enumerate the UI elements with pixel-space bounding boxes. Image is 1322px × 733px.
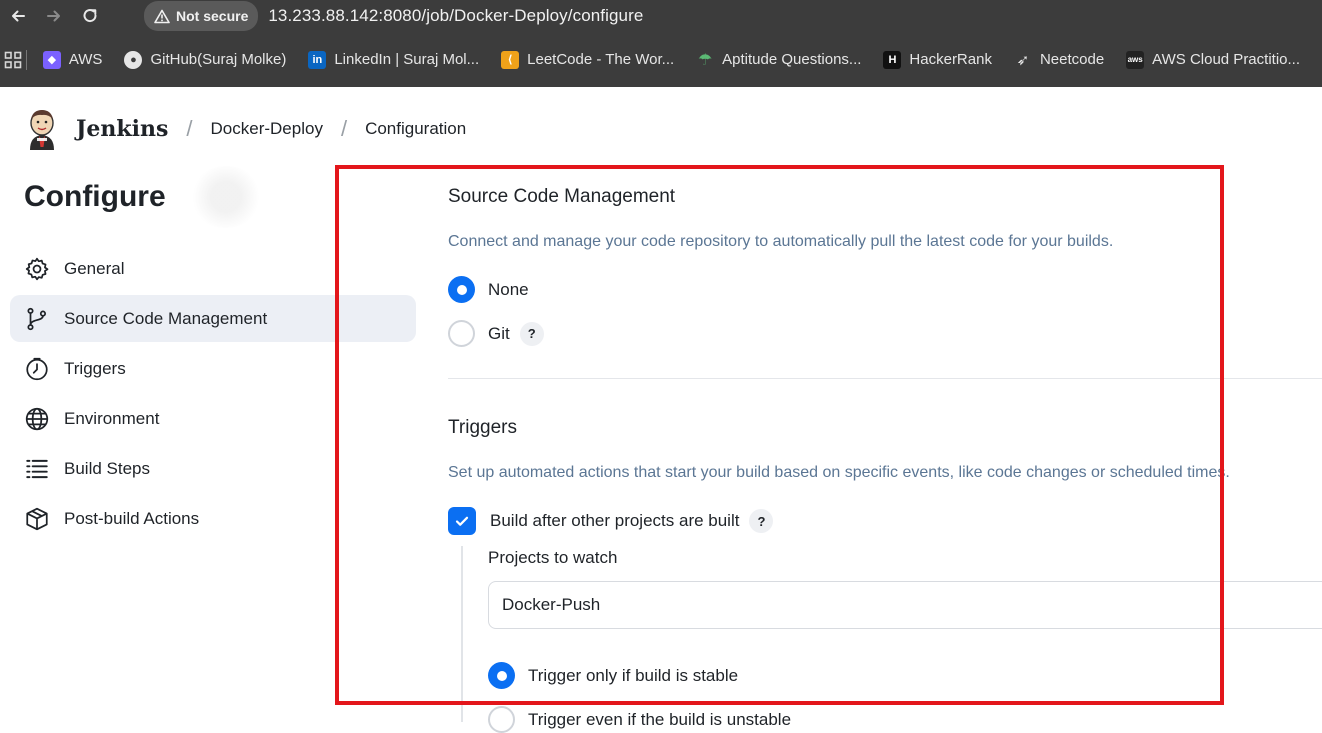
radio-label: Trigger even if the build is unstable (528, 709, 792, 729)
bookmark-item[interactable]: ➶ Neetcode (1014, 51, 1105, 69)
aws-cube-icon: ◆ (42, 50, 61, 69)
github-icon: ● (124, 50, 143, 69)
bookmark-label: LeetCode - The Wor... (527, 51, 675, 68)
bookmark-item[interactable]: ☂ Aptitude Questions... (696, 51, 861, 69)
gear-icon (24, 256, 50, 282)
linkedin-icon: in (308, 50, 327, 69)
section-divider (448, 378, 1322, 379)
browser-toolbar: Not secure 13.233.88.142:8080/job/Docker… (0, 0, 1322, 32)
bookmark-label: GitHub(Suraj Molke) (150, 51, 287, 68)
checkbox-label: Build after other projects are built (490, 511, 740, 530)
breadcrumb-separator: / (186, 116, 193, 141)
checkmark-icon (455, 516, 469, 526)
scm-section-description: Connect and manage your code repository … (448, 233, 1114, 250)
radio-trigger-stable[interactable] (488, 662, 515, 689)
forward-arrow-icon[interactable] (36, 0, 72, 32)
radio-trigger-unstable[interactable] (488, 706, 515, 733)
aptitude-icon: ☂ (698, 51, 713, 69)
url-text[interactable]: 13.233.88.142:8080/job/Docker-Deploy/con… (268, 6, 643, 26)
globe-icon (24, 406, 50, 432)
breadcrumb-current[interactable]: Configuration (365, 119, 466, 139)
package-icon (24, 506, 50, 532)
sidebar-item-label: General (64, 258, 125, 278)
bookmark-item[interactable]: H HackerRank (883, 50, 992, 69)
bookmark-item[interactable]: ◆ AWS (42, 50, 103, 69)
app-name[interactable]: Jenkins (76, 116, 168, 142)
page-title: Configure (24, 180, 166, 213)
sidebar-item-build-steps[interactable]: Build Steps (10, 445, 416, 492)
sidebar-item-environment[interactable]: Environment (10, 395, 416, 442)
bookmark-item[interactable]: ● GitHub(Suraj Molke) (124, 50, 287, 69)
bookmark-label: Neetcode (1039, 51, 1105, 68)
breadcrumb-separator: / (340, 116, 348, 141)
sidebar-item-post-build-actions[interactable]: Post-build Actions (10, 495, 416, 542)
warning-triangle-icon (154, 9, 170, 23)
bookmark-item[interactable]: ⟨ LeetCode - The Wor... (501, 50, 675, 69)
leetcode-icon: ⟨ (501, 50, 520, 69)
aws-icon: aws (1126, 50, 1145, 69)
bookmark-label: Aptitude Questions... (722, 51, 862, 68)
scm-option-none[interactable]: None (448, 276, 529, 303)
build-after-checkbox[interactable] (448, 507, 476, 535)
radio-none[interactable] (448, 276, 475, 303)
scm-section-title: Source Code Management (448, 186, 676, 207)
projects-to-watch-label: Projects to watch (488, 548, 618, 567)
sidebar-item-label: Post-build Actions (64, 508, 200, 528)
help-icon[interactable]: ? (519, 321, 544, 346)
bookmark-label: LinkedIn | Suraj Mol... (334, 51, 480, 68)
sidebar-item-label: Build Steps (64, 458, 150, 478)
build-after-other-projects-option[interactable]: Build after other projects are built ? (448, 507, 774, 535)
sidebar-item-label: Triggers (64, 358, 126, 378)
sidebar-item-source-code-management[interactable]: Source Code Management (10, 295, 416, 342)
radio-label: None (488, 279, 529, 299)
reload-icon[interactable] (72, 0, 108, 32)
triggers-section-description: Set up automated actions that start your… (448, 464, 1230, 481)
git-branch-icon (24, 306, 50, 332)
sidebar-item-label: Environment (64, 408, 160, 428)
radio-label: Trigger only if build is stable (528, 665, 739, 685)
back-arrow-icon[interactable] (0, 0, 36, 32)
jenkins-logo-icon[interactable] (24, 107, 60, 151)
not-secure-badge[interactable]: Not secure (144, 1, 259, 31)
sidebar-item-label: Source Code Management (64, 308, 268, 328)
sidebar-item-triggers[interactable]: Triggers (10, 345, 416, 392)
rocket-icon: ➶ (1016, 51, 1030, 69)
scm-option-git[interactable]: Git ? (448, 320, 544, 347)
loading-spinner-icon (190, 166, 262, 228)
bookmark-label: AWS (68, 51, 103, 68)
nested-options-guide (461, 546, 463, 722)
trigger-unstable-option[interactable]: Trigger even if the build is unstable (488, 706, 791, 733)
jenkins-header: Jenkins / Docker-Deploy / Configuration (0, 87, 1322, 171)
bookmark-list: ◆ AWS ● GitHub(Suraj Molke) in LinkedIn | Sur… (42, 50, 1322, 69)
radio-git[interactable] (448, 320, 475, 347)
clock-icon (24, 356, 50, 382)
apps-grid-icon[interactable] (0, 51, 26, 69)
triggers-section-title: Triggers (448, 417, 517, 438)
address-bar[interactable]: Not secure 13.233.88.142:8080/job/Docker… (144, 0, 643, 32)
bookmark-item[interactable]: in LinkedIn | Suraj Mol... (308, 50, 480, 69)
sidebar-item-general[interactable]: General (10, 245, 416, 292)
security-label: Not secure (176, 8, 249, 24)
trigger-stable-option[interactable]: Trigger only if build is stable (488, 662, 738, 689)
hackerrank-icon: H (883, 50, 902, 69)
bookmarks-bar: ◆ AWS ● GitHub(Suraj Molke) in LinkedIn | Sur… (0, 32, 1322, 87)
bookmark-item[interactable]: aws AWS Cloud Practitio... (1126, 50, 1300, 69)
help-icon[interactable]: ? (749, 509, 774, 533)
list-icon (24, 456, 50, 482)
breadcrumb-job[interactable]: Docker-Deploy (211, 119, 323, 139)
sidebar-nav: General Source Code Management Triggers … (10, 245, 416, 545)
radio-label: Git (488, 323, 510, 343)
projects-to-watch-input[interactable] (488, 581, 1322, 629)
bookmark-label: AWS Cloud Practitio... (1152, 51, 1300, 68)
bookmarks-separator (26, 49, 27, 70)
bookmark-label: HackerRank (909, 51, 992, 68)
